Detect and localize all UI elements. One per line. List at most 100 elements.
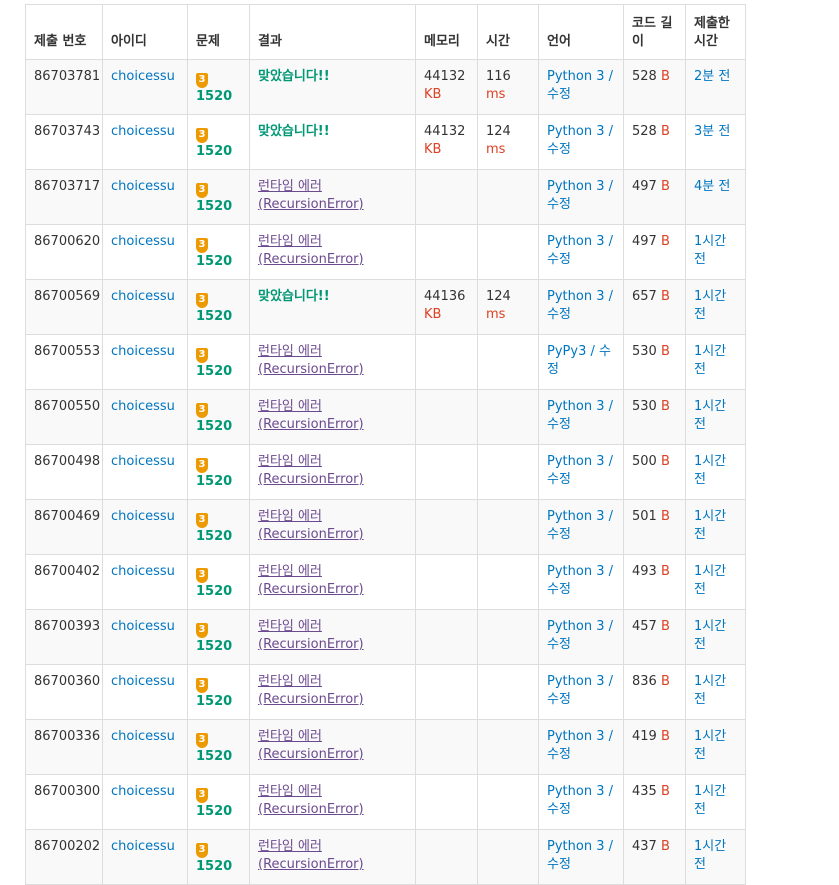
language-link[interactable]: Python 3 bbox=[547, 124, 604, 139]
problem-link[interactable]: 1520 bbox=[196, 364, 232, 379]
problem-link[interactable]: 1520 bbox=[196, 144, 232, 159]
edit-link[interactable]: 수정 bbox=[547, 527, 571, 542]
language-link[interactable]: Python 3 bbox=[547, 564, 604, 579]
language-link[interactable]: Python 3 bbox=[547, 729, 604, 744]
language-link[interactable]: Python 3 bbox=[547, 674, 604, 689]
user-link[interactable]: choicessu bbox=[111, 69, 175, 84]
user-link[interactable]: choicessu bbox=[111, 784, 175, 799]
edit-link[interactable]: 수정 bbox=[547, 582, 571, 597]
user-link[interactable]: choicessu bbox=[111, 124, 175, 139]
problem-cell: 31520 bbox=[187, 334, 250, 390]
result-status[interactable]: 런타임 에러 (RecursionError) bbox=[258, 784, 364, 817]
result-cell: 맞았습니다!! bbox=[249, 59, 416, 115]
problem-link[interactable]: 1520 bbox=[196, 199, 232, 214]
user-link[interactable]: choicessu bbox=[111, 289, 175, 304]
edit-link[interactable]: 수정 bbox=[547, 802, 571, 817]
user-link[interactable]: choicessu bbox=[111, 509, 175, 524]
result-status[interactable]: 런타임 에러 (RecursionError) bbox=[258, 344, 364, 377]
problem-cell: 31520 bbox=[187, 59, 250, 115]
language-link[interactable]: Python 3 bbox=[547, 234, 604, 249]
submitted-time-link[interactable]: 1시간 전 bbox=[694, 454, 726, 487]
result-status[interactable]: 런타임 에러 (RecursionError) bbox=[258, 509, 364, 542]
submitted-time-link[interactable]: 1시간 전 bbox=[694, 234, 726, 267]
problem-link[interactable]: 1520 bbox=[196, 309, 232, 324]
edit-link[interactable]: 수정 bbox=[547, 197, 571, 212]
gold-tier-badge-icon: 3 bbox=[196, 623, 208, 638]
result-status[interactable]: 런타임 에러 (RecursionError) bbox=[258, 179, 364, 212]
user-link[interactable]: choicessu bbox=[111, 674, 175, 689]
user-link[interactable]: choicessu bbox=[111, 454, 175, 469]
memory-cell: 44136 KB bbox=[415, 279, 478, 335]
language-link[interactable]: Python 3 bbox=[547, 69, 604, 84]
edit-link[interactable]: 수정 bbox=[547, 87, 571, 102]
result-status[interactable]: 런타임 에러 (RecursionError) bbox=[258, 619, 364, 652]
problem-link[interactable]: 1520 bbox=[196, 529, 232, 544]
problem-link[interactable]: 1520 bbox=[196, 804, 232, 819]
edit-link[interactable]: 수정 bbox=[547, 142, 571, 157]
submitted-time-link[interactable]: 4분 전 bbox=[694, 179, 730, 194]
submitted-time-link[interactable]: 1시간 전 bbox=[694, 619, 726, 652]
submission-id-text: 86700569 bbox=[34, 289, 101, 304]
problem-link[interactable]: 1520 bbox=[196, 694, 232, 709]
edit-link[interactable]: 수정 bbox=[547, 307, 571, 322]
submitted-time-link[interactable]: 1시간 전 bbox=[694, 344, 726, 377]
edit-link[interactable]: 수정 bbox=[547, 692, 571, 707]
user-link[interactable]: choicessu bbox=[111, 399, 175, 414]
problem-cell: 31520 bbox=[187, 114, 250, 170]
edit-link[interactable]: 수정 bbox=[547, 417, 571, 432]
memory-unit: KB bbox=[424, 307, 442, 322]
problem-link[interactable]: 1520 bbox=[196, 89, 232, 104]
language-link[interactable]: Python 3 bbox=[547, 179, 604, 194]
problem-link[interactable]: 1520 bbox=[196, 749, 232, 764]
language-link[interactable]: Python 3 bbox=[547, 784, 604, 799]
user-link[interactable]: choicessu bbox=[111, 344, 175, 359]
table-row: 86700202 choicessu 31520 런타임 에러 (RecursionE… bbox=[25, 829, 746, 885]
user-link[interactable]: choicessu bbox=[111, 619, 175, 634]
user-link[interactable]: choicessu bbox=[111, 179, 175, 194]
result-status[interactable]: 런타임 에러 (RecursionError) bbox=[258, 234, 364, 267]
result-status[interactable]: 런타임 에러 (RecursionError) bbox=[258, 729, 364, 762]
problem-link[interactable]: 1520 bbox=[196, 419, 232, 434]
result-status[interactable]: 런타임 에러 (RecursionError) bbox=[258, 674, 364, 707]
problem-link[interactable]: 1520 bbox=[196, 254, 232, 269]
submitted-time-link[interactable]: 1시간 전 bbox=[694, 674, 726, 707]
edit-link[interactable]: 수정 bbox=[547, 637, 571, 652]
submitted-time-link[interactable]: 3분 전 bbox=[694, 124, 730, 139]
user-link[interactable]: choicessu bbox=[111, 564, 175, 579]
user-link[interactable]: choicessu bbox=[111, 729, 175, 744]
result-status[interactable]: 런타임 에러 (RecursionError) bbox=[258, 839, 364, 872]
language-link[interactable]: Python 3 bbox=[547, 399, 604, 414]
submitted-time-link[interactable]: 1시간 전 bbox=[694, 399, 726, 432]
language-link[interactable]: PyPy3 bbox=[547, 344, 586, 359]
code-length-unit: B bbox=[660, 509, 670, 524]
language-link[interactable]: Python 3 bbox=[547, 454, 604, 469]
edit-link[interactable]: 수정 bbox=[547, 857, 571, 872]
problem-link[interactable]: 1520 bbox=[196, 859, 232, 874]
result-status[interactable]: 런타임 에러 (RecursionError) bbox=[258, 399, 364, 432]
submitted-time-link[interactable]: 1시간 전 bbox=[694, 289, 726, 322]
language-link[interactable]: Python 3 bbox=[547, 289, 604, 304]
submitted-time-link[interactable]: 1시간 전 bbox=[694, 564, 726, 597]
result-status[interactable]: 런타임 에러 (RecursionError) bbox=[258, 564, 364, 597]
problem-link[interactable]: 1520 bbox=[196, 474, 232, 489]
submitted-time-link[interactable]: 2분 전 bbox=[694, 69, 730, 84]
header-code-length: 코드 길이 bbox=[623, 4, 686, 60]
submitted-time-link[interactable]: 1시간 전 bbox=[694, 509, 726, 542]
submission-id: 86700569 bbox=[25, 279, 103, 335]
submitted-time-link[interactable]: 1시간 전 bbox=[694, 839, 726, 872]
submitted-time-link[interactable]: 1시간 전 bbox=[694, 784, 726, 817]
language-link[interactable]: Python 3 bbox=[547, 619, 604, 634]
problem-link[interactable]: 1520 bbox=[196, 584, 232, 599]
submitted-time-link[interactable]: 1시간 전 bbox=[694, 729, 726, 762]
user-link[interactable]: choicessu bbox=[111, 839, 175, 854]
language-link[interactable]: Python 3 bbox=[547, 839, 604, 854]
problem-link[interactable]: 1520 bbox=[196, 639, 232, 654]
edit-link[interactable]: 수정 bbox=[547, 472, 571, 487]
edit-link[interactable]: 수정 bbox=[547, 252, 571, 267]
language-cell: Python 3 / 수정 bbox=[538, 169, 624, 225]
user-cell: choicessu bbox=[102, 279, 188, 335]
edit-link[interactable]: 수정 bbox=[547, 747, 571, 762]
language-link[interactable]: Python 3 bbox=[547, 509, 604, 524]
user-link[interactable]: choicessu bbox=[111, 234, 175, 249]
result-status[interactable]: 런타임 에러 (RecursionError) bbox=[258, 454, 364, 487]
